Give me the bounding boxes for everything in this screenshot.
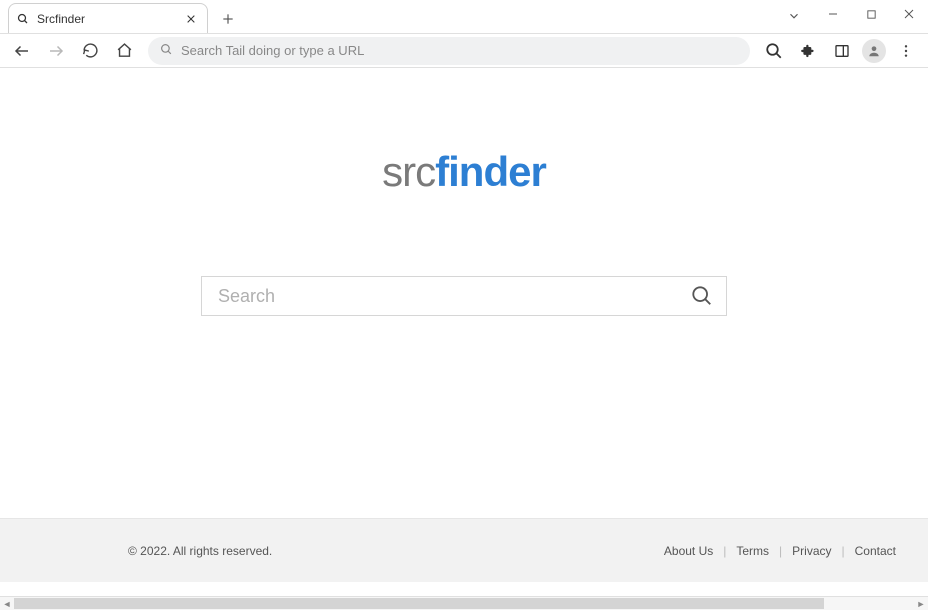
back-button[interactable] — [8, 37, 36, 65]
footer-link-about[interactable]: About Us — [664, 544, 713, 558]
scrollbar-track[interactable] — [14, 597, 914, 611]
separator-icon: | — [723, 544, 726, 558]
magnifier-icon — [17, 13, 29, 25]
logo-part1: src — [382, 148, 435, 195]
close-tab-button[interactable] — [183, 11, 199, 27]
home-button[interactable] — [110, 37, 138, 65]
tab-title: Srcfinder — [37, 12, 183, 26]
page-content: srcfinder © 2022. All rights reserved. A… — [0, 68, 928, 596]
profile-button[interactable] — [862, 39, 886, 63]
forward-button[interactable] — [42, 37, 70, 65]
search-input[interactable] — [218, 286, 688, 307]
omnibox-input[interactable] — [181, 43, 738, 58]
horizontal-scrollbar[interactable]: ◄ ► — [0, 596, 928, 610]
site-logo: srcfinder — [0, 148, 928, 196]
page-footer: © 2022. All rights reserved. About Us | … — [0, 518, 928, 582]
window-controls — [814, 0, 928, 28]
browser-tab[interactable]: Srcfinder — [8, 3, 208, 33]
scroll-right-arrow[interactable]: ► — [914, 597, 928, 611]
browser-toolbar — [0, 34, 928, 68]
reload-button[interactable] — [76, 37, 104, 65]
separator-icon: | — [779, 544, 782, 558]
separator-icon: | — [842, 544, 845, 558]
side-panel-button[interactable] — [828, 37, 856, 65]
kebab-menu-button[interactable] — [892, 37, 920, 65]
footer-link-contact[interactable]: Contact — [855, 544, 896, 558]
search-icon — [160, 43, 173, 59]
new-tab-button[interactable] — [214, 5, 242, 33]
scrollbar-thumb[interactable] — [14, 598, 824, 609]
footer-links: About Us | Terms | Privacy | Contact — [664, 544, 896, 558]
search-submit-button[interactable] — [688, 282, 716, 310]
tab-search-dropdown[interactable] — [780, 4, 808, 28]
footer-link-terms[interactable]: Terms — [736, 544, 769, 558]
logo-part2: finder — [435, 148, 546, 195]
close-window-button[interactable] — [890, 0, 928, 28]
scroll-left-arrow[interactable]: ◄ — [0, 597, 14, 611]
address-bar[interactable] — [148, 37, 750, 65]
search-box[interactable] — [201, 276, 727, 316]
extensions-button[interactable] — [794, 37, 822, 65]
search-toolbar-button[interactable] — [760, 37, 788, 65]
window-titlebar: Srcfinder — [0, 0, 928, 34]
footer-link-privacy[interactable]: Privacy — [792, 544, 831, 558]
minimize-button[interactable] — [814, 0, 852, 28]
maximize-button[interactable] — [852, 0, 890, 28]
copyright-text: © 2022. All rights reserved. — [128, 544, 664, 558]
